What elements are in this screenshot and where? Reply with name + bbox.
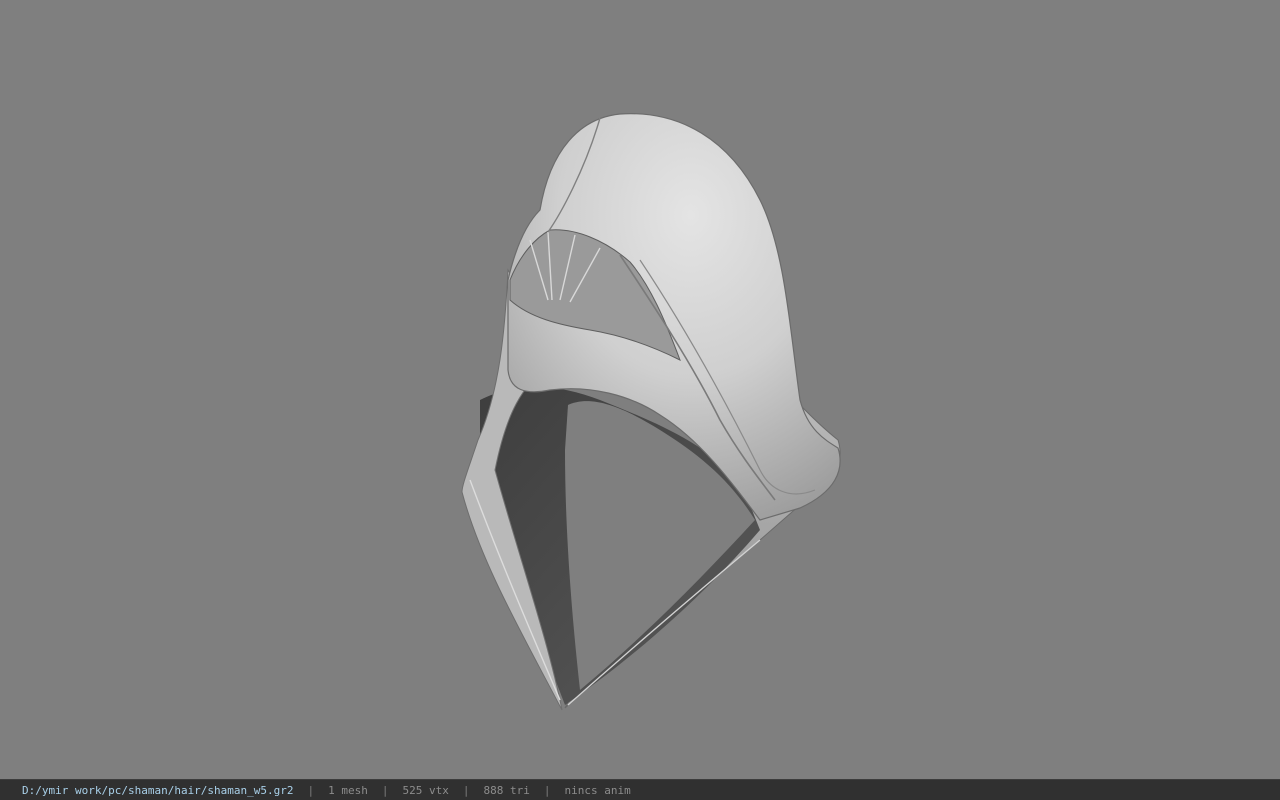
mesh-count: 1 mesh: [328, 783, 368, 797]
separator: |: [307, 783, 315, 797]
separator: |: [543, 783, 551, 797]
status-bar: D:/ymir work/pc/shaman/hair/shaman_w5.gr…: [0, 779, 1280, 800]
3d-viewport[interactable]: [0, 0, 1280, 779]
hood-model: [461, 113, 841, 711]
separator: |: [381, 783, 389, 797]
triangle-count: 888 tri: [483, 783, 530, 797]
separator: |: [462, 783, 470, 797]
file-path: D:/ymir work/pc/shaman/hair/shaman_w5.gr…: [22, 783, 294, 797]
vertex-count: 525 vtx: [402, 783, 449, 797]
animation-status: nincs anim: [564, 783, 631, 797]
